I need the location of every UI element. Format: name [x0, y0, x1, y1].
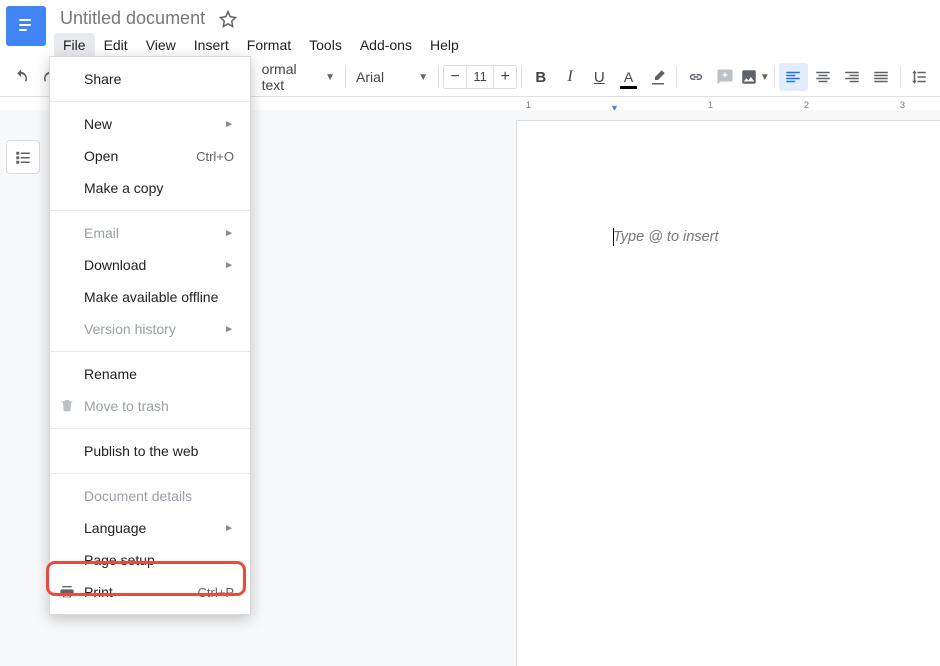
submenu-arrow-icon: ►	[224, 119, 234, 130]
caret-down-icon: ▼	[760, 72, 770, 83]
caret-down-icon: ▼	[325, 72, 335, 83]
font-size-value[interactable]: 11	[466, 66, 494, 88]
menu-item-rename[interactable]: Rename	[50, 358, 250, 390]
menu-label: Share	[84, 71, 121, 87]
menu-label: Email	[84, 225, 119, 241]
align-left-button[interactable]	[779, 63, 808, 91]
menu-item-make-copy[interactable]: Make a copy	[50, 172, 250, 204]
menu-addons[interactable]: Add-ons	[351, 33, 421, 57]
menu-shortcut: Ctrl+O	[196, 149, 234, 164]
menu-item-publish-web[interactable]: Publish to the web	[50, 435, 250, 467]
menu-separator	[50, 473, 250, 474]
menu-item-download[interactable]: Download ►	[50, 249, 250, 281]
docs-logo[interactable]	[6, 6, 46, 46]
ruler-number: 2	[804, 100, 809, 110]
toolbar-separator	[438, 66, 439, 88]
menu-label: Publish to the web	[84, 443, 198, 459]
font-size-increase[interactable]: +	[494, 68, 516, 86]
menu-label: Document details	[84, 488, 192, 504]
ruler-number: 1	[708, 100, 713, 110]
menu-label: Rename	[84, 366, 137, 382]
underline-button[interactable]: U	[585, 63, 614, 91]
menu-insert[interactable]: Insert	[185, 33, 238, 57]
line-spacing-button[interactable]	[905, 63, 934, 91]
menu-label: Language	[84, 520, 146, 536]
menu-separator	[50, 101, 250, 102]
submenu-arrow-icon: ►	[224, 260, 234, 271]
menu-edit[interactable]: Edit	[95, 33, 137, 57]
submenu-arrow-icon: ►	[224, 228, 234, 239]
menu-item-make-offline[interactable]: Make available offline	[50, 281, 250, 313]
caret-down-icon: ▼	[418, 72, 428, 83]
menu-item-document-details[interactable]: Document details	[50, 480, 250, 512]
page-placeholder: Type @ to insert	[613, 229, 719, 245]
menu-label: Move to trash	[84, 398, 169, 414]
submenu-arrow-icon: ►	[224, 324, 234, 335]
toolbar-separator	[521, 66, 522, 88]
menu-separator	[50, 351, 250, 352]
menu-label: New	[84, 116, 112, 132]
menu-item-share[interactable]: Share	[50, 63, 250, 95]
menu-item-open[interactable]: Open Ctrl+O	[50, 140, 250, 172]
undo-button[interactable]	[6, 63, 35, 91]
document-page[interactable]: Type @ to insert	[516, 120, 940, 666]
print-icon	[58, 583, 76, 601]
menu-label: Make a copy	[84, 180, 163, 196]
font-family-dropdown[interactable]: Arial ▼	[350, 69, 434, 85]
ruler-number: 3	[900, 100, 905, 110]
trash-icon	[58, 397, 76, 415]
menu-item-print[interactable]: Print Ctrl+P	[50, 576, 250, 608]
menu-label: Page setup	[84, 552, 155, 568]
title-area: Untitled document File Edit View Insert …	[54, 6, 468, 57]
left-rail	[6, 140, 40, 174]
menu-help[interactable]: Help	[421, 33, 468, 57]
show-outline-button[interactable]	[6, 140, 40, 174]
document-title[interactable]: Untitled document	[54, 6, 211, 31]
menu-item-page-setup[interactable]: Page setup	[50, 544, 250, 576]
submenu-arrow-icon: ►	[224, 523, 234, 534]
menu-bar: File Edit View Insert Format Tools Add-o…	[54, 33, 468, 57]
menu-separator	[50, 210, 250, 211]
paragraph-style-dropdown[interactable]: ormal text ▼	[256, 61, 341, 93]
menu-item-new[interactable]: New ►	[50, 108, 250, 140]
highlight-color-button[interactable]	[643, 63, 672, 91]
text-color-button[interactable]: A	[614, 63, 643, 91]
font-size-control: − 11 +	[443, 65, 517, 89]
font-family-label: Arial	[356, 69, 384, 85]
menu-item-move-to-trash[interactable]: Move to trash	[50, 390, 250, 422]
menu-separator	[50, 428, 250, 429]
toolbar-separator	[774, 66, 775, 88]
menu-label: Version history	[84, 321, 176, 337]
italic-button[interactable]: I	[555, 63, 584, 91]
insert-link-button[interactable]	[681, 63, 710, 91]
menu-label: Download	[84, 257, 146, 273]
insert-image-button[interactable]: ▼	[740, 63, 770, 91]
toolbar-separator	[345, 66, 346, 88]
add-comment-button[interactable]	[711, 63, 740, 91]
align-right-button[interactable]	[837, 63, 866, 91]
toolbar-separator	[900, 66, 901, 88]
menu-label: Open	[84, 148, 118, 164]
bold-button[interactable]: B	[526, 63, 555, 91]
file-menu-dropdown: Share New ► Open Ctrl+O Make a copy Email ►…	[49, 56, 251, 615]
menu-tools[interactable]: Tools	[300, 33, 351, 57]
app-header: Untitled document File Edit View Insert …	[0, 0, 940, 57]
ruler-number: 1	[526, 100, 531, 110]
menu-view[interactable]: View	[137, 33, 185, 57]
menu-item-email[interactable]: Email ►	[50, 217, 250, 249]
menu-file[interactable]: File	[54, 33, 95, 57]
paragraph-style-label: ormal text	[262, 61, 322, 93]
menu-shortcut: Ctrl+P	[198, 585, 234, 600]
align-center-button[interactable]	[808, 63, 837, 91]
menu-item-version-history[interactable]: Version history ►	[50, 313, 250, 345]
menu-item-language[interactable]: Language ►	[50, 512, 250, 544]
toolbar-separator	[676, 66, 677, 88]
align-justify-button[interactable]	[866, 63, 895, 91]
font-size-decrease[interactable]: −	[444, 68, 466, 86]
menu-format[interactable]: Format	[238, 33, 300, 57]
star-icon[interactable]	[219, 10, 237, 28]
menu-label: Make available offline	[84, 289, 218, 305]
menu-label: Print	[84, 584, 113, 600]
